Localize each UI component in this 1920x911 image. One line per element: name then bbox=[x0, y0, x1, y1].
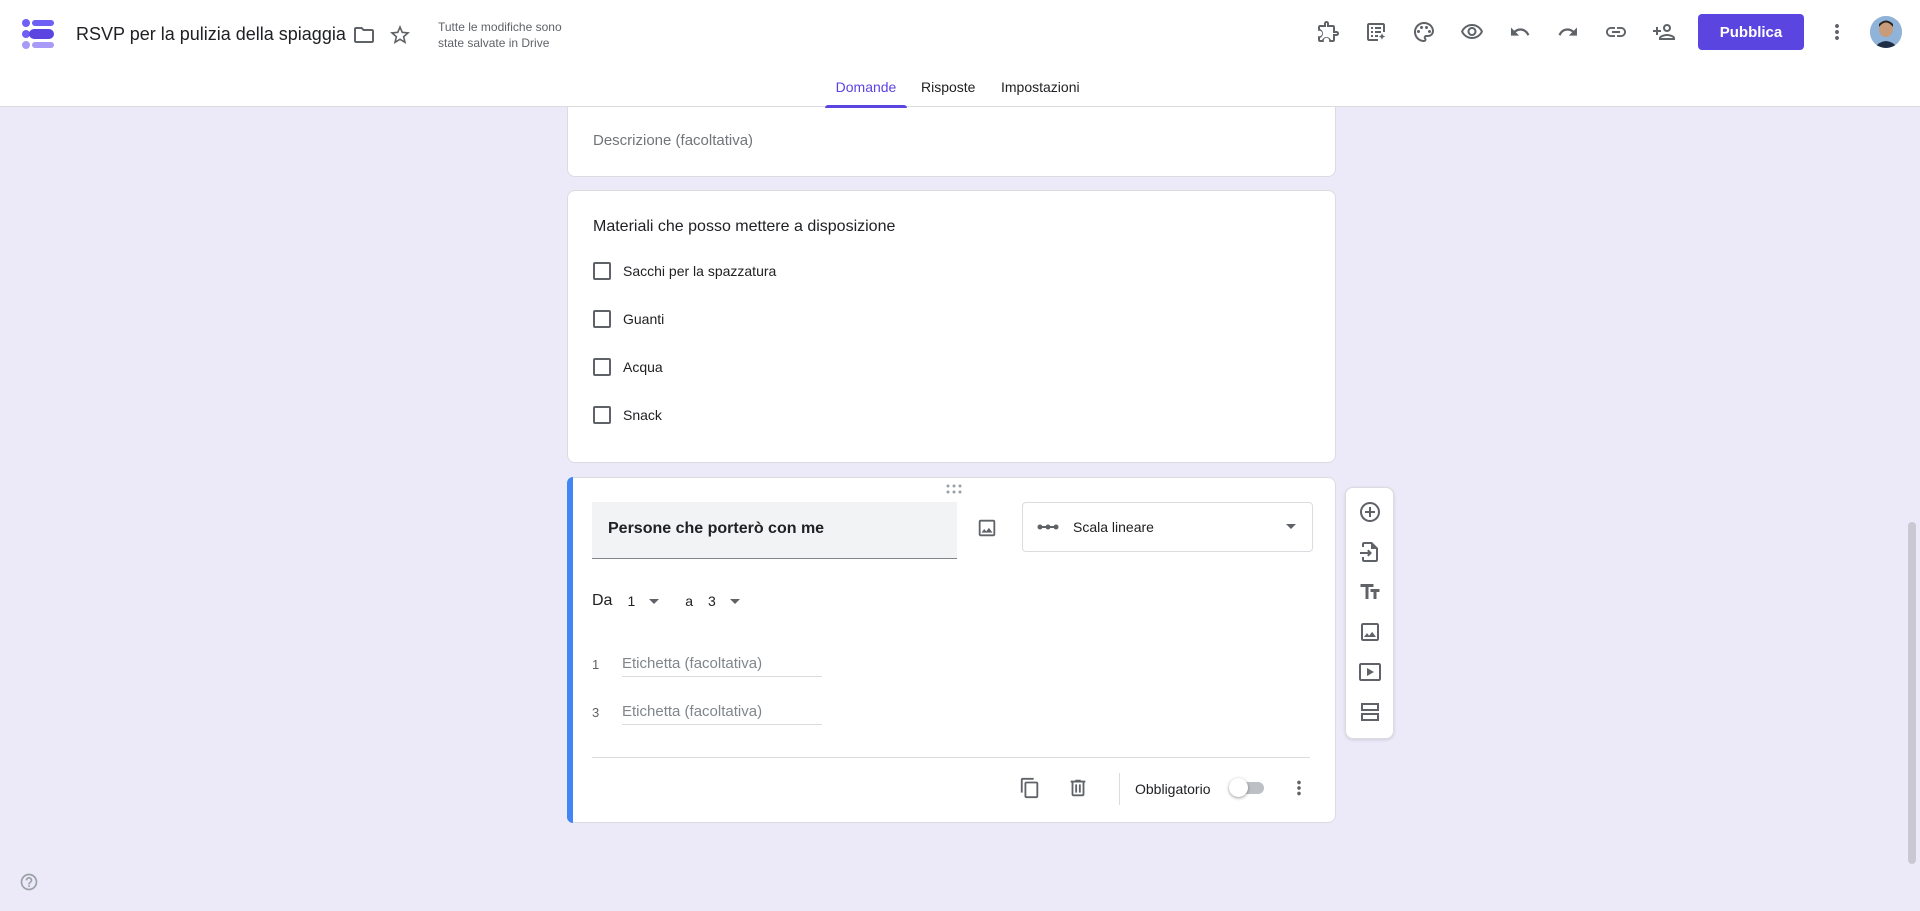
drag-handle-icon[interactable] bbox=[945, 483, 963, 495]
tab-bar: Domande Risposte Impostazioni bbox=[0, 66, 1920, 108]
document-title[interactable]: RSVP per la pulizia della spiaggia bbox=[76, 24, 346, 45]
duplicate-icon[interactable] bbox=[1016, 774, 1044, 802]
link-icon[interactable] bbox=[1602, 18, 1630, 46]
linear-scale-icon bbox=[1037, 524, 1059, 530]
option-label: Sacchi per la spazzatura bbox=[623, 263, 777, 279]
scale-range: Da 1 a 3 bbox=[592, 592, 740, 610]
option-label: Guanti bbox=[623, 311, 665, 327]
scale-label-input[interactable]: Etichetta (facoltativa) bbox=[622, 703, 822, 725]
option-label: Acqua bbox=[623, 359, 663, 375]
question-type-select[interactable]: Scala lineare bbox=[1022, 502, 1313, 552]
folder-icon[interactable] bbox=[350, 21, 378, 49]
scale-label-row: 3 Etichetta (facoltativa) bbox=[592, 703, 822, 725]
question-title: Materiali che posso mettere a disposizio… bbox=[593, 218, 896, 235]
help-icon[interactable] bbox=[19, 872, 39, 892]
import-questions-icon[interactable] bbox=[1356, 538, 1384, 566]
scrollbar[interactable] bbox=[1908, 522, 1916, 864]
redo-icon[interactable] bbox=[1554, 18, 1582, 46]
checkbox-option[interactable]: Sacchi per la spazzatura bbox=[593, 262, 776, 280]
add-image-icon[interactable] bbox=[973, 514, 1001, 542]
question-card-checkbox[interactable]: Materiali che posso mettere a disposizio… bbox=[567, 190, 1336, 463]
save-status-text: Tutte le modifiche sono state salvate in… bbox=[438, 20, 562, 50]
floating-toolbar bbox=[1345, 487, 1394, 739]
chevron-down-icon bbox=[649, 598, 660, 604]
range-to-label: a bbox=[685, 593, 694, 609]
more-vert-icon[interactable] bbox=[1823, 18, 1851, 46]
option-label: Snack bbox=[623, 407, 662, 423]
required-toggle[interactable] bbox=[1229, 778, 1265, 797]
more-vert-icon[interactable] bbox=[1285, 774, 1313, 802]
add-title-icon[interactable] bbox=[1356, 578, 1384, 606]
description-field[interactable]: Descrizione (facoltativa) bbox=[593, 132, 753, 149]
addons-icon[interactable] bbox=[1314, 18, 1342, 46]
active-question-indicator bbox=[566, 477, 573, 823]
forms-logo-icon[interactable] bbox=[20, 17, 56, 53]
range-from-label: Da bbox=[592, 592, 613, 609]
star-icon[interactable] bbox=[386, 21, 414, 49]
tab-settings[interactable]: Impostazioni bbox=[1001, 66, 1080, 107]
palette-icon[interactable] bbox=[1410, 18, 1438, 46]
required-label: Obbligatorio bbox=[1135, 781, 1211, 797]
scale-label-number: 3 bbox=[592, 705, 600, 720]
question-title-input[interactable]: Persone che porterò con me bbox=[592, 502, 957, 559]
checkbox-option[interactable]: Guanti bbox=[593, 310, 664, 328]
chevron-down-icon bbox=[1286, 524, 1296, 529]
add-question-icon[interactable] bbox=[1356, 498, 1384, 526]
publish-button[interactable]: Pubblica bbox=[1698, 14, 1804, 50]
form-header-card: Descrizione (facoltativa) bbox=[567, 96, 1336, 177]
divider bbox=[592, 757, 1310, 758]
checkbox[interactable] bbox=[593, 406, 611, 424]
tab-responses[interactable]: Risposte bbox=[921, 66, 975, 107]
delete-icon[interactable] bbox=[1064, 774, 1092, 802]
divider bbox=[1119, 773, 1120, 805]
scale-label-row: 1 Etichetta (facoltativa) bbox=[592, 655, 822, 677]
scale-label-input[interactable]: Etichetta (facoltativa) bbox=[622, 655, 822, 677]
tab-questions[interactable]: Domande bbox=[825, 66, 907, 108]
range-to-select[interactable]: 3 bbox=[708, 593, 740, 609]
undo-icon[interactable] bbox=[1506, 18, 1534, 46]
add-video-icon[interactable] bbox=[1356, 658, 1384, 686]
checkbox[interactable] bbox=[593, 310, 611, 328]
preview-icon[interactable] bbox=[1458, 18, 1486, 46]
add-image-icon[interactable] bbox=[1356, 618, 1384, 646]
app-header: RSVP per la pulizia della spiaggia Tutte… bbox=[0, 0, 1920, 108]
avatar[interactable] bbox=[1870, 16, 1902, 48]
customize-icon[interactable] bbox=[1362, 18, 1390, 46]
checkbox[interactable] bbox=[593, 358, 611, 376]
checkbox[interactable] bbox=[593, 262, 611, 280]
chevron-down-icon bbox=[729, 598, 740, 604]
question-card-linear-scale[interactable]: Persone che porterò con me Scala lineare… bbox=[566, 477, 1336, 823]
checkbox-option[interactable]: Acqua bbox=[593, 358, 663, 376]
active-tab-indicator bbox=[825, 105, 907, 108]
add-section-icon[interactable] bbox=[1356, 698, 1384, 726]
add-collaborator-icon[interactable] bbox=[1650, 18, 1678, 46]
checkbox-option[interactable]: Snack bbox=[593, 406, 662, 424]
range-from-select[interactable]: 1 bbox=[627, 593, 660, 609]
scale-label-number: 1 bbox=[592, 657, 600, 672]
question-type-label: Scala lineare bbox=[1073, 519, 1154, 535]
